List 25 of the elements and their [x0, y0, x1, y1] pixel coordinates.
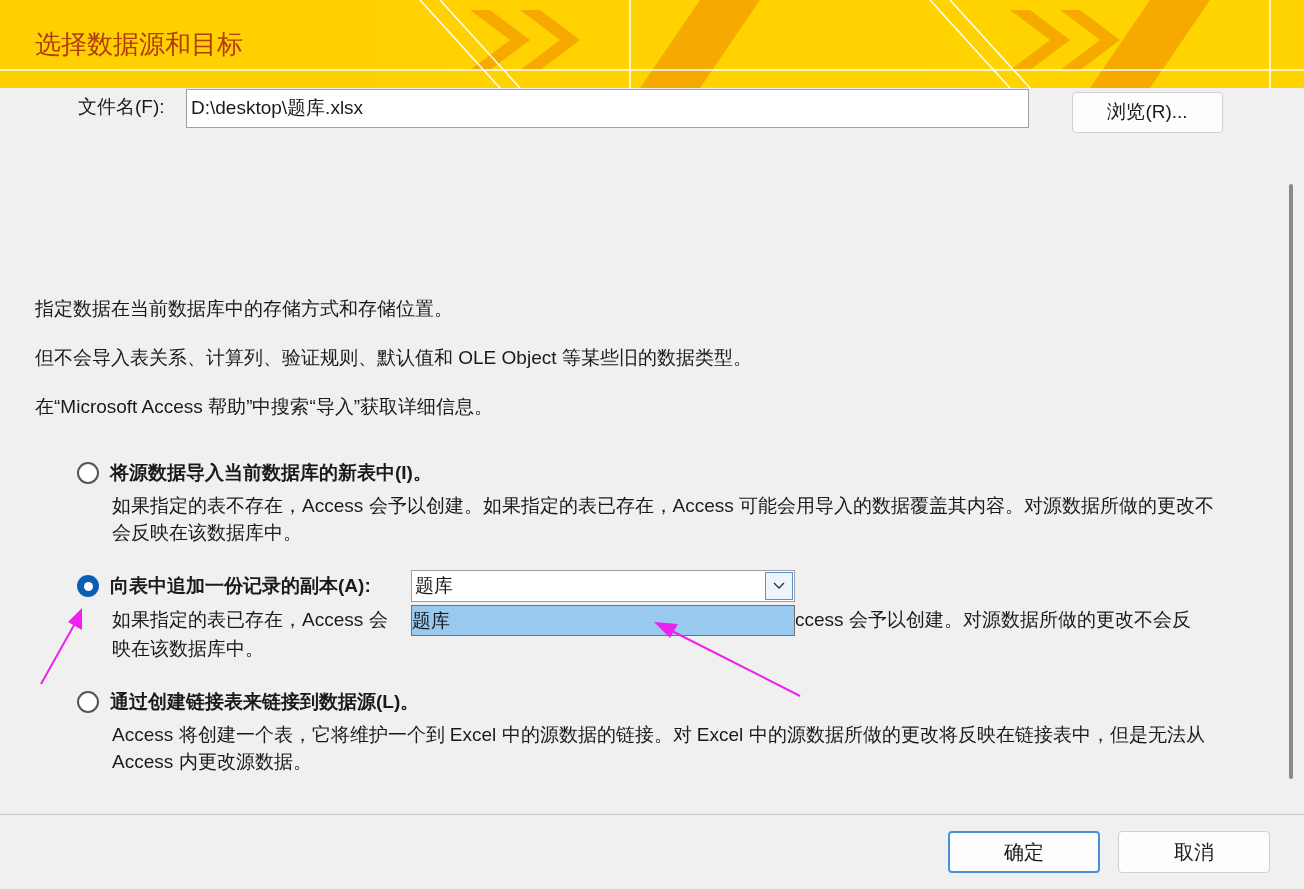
file-name-field[interactable]: D:\desktop\题库.xlsx	[186, 88, 1029, 128]
table-combobox[interactable]: 题库	[411, 570, 795, 602]
info-text: 指定数据在当前数据库中的存储方式和存储位置。	[35, 297, 454, 321]
option-description: 如果指定的表不存在，Access 会予以创建。如果指定的表已存在，Access 可能会用导入的数据覆盖其内容。对源数据所做的更改不会反映在该数据库中。	[112, 494, 1216, 545]
browse-button[interactable]: 浏览(R)...	[1072, 91, 1223, 133]
dropdown-list-item[interactable]: 题库	[412, 605, 794, 635]
info-text: 但不会导入表关系、计算列、验证规则、默认值和 OLE Object 等某些旧的数据类型。	[35, 346, 753, 370]
file-name-label: 文件名(F):	[78, 94, 166, 119]
chevron-down-icon	[773, 582, 785, 590]
radio-button[interactable]	[77, 691, 99, 713]
option-label[interactable]: 通过创建链接表来链接到数据源(L)。	[110, 687, 420, 717]
option-description: 如果指定的表已存在，Access 会	[112, 607, 389, 632]
dropdown-button[interactable]	[765, 572, 793, 600]
info-text: 在“Microsoft Access 帮助”中搜索“导入”获取详细信息。	[35, 395, 495, 419]
option-label[interactable]: 向表中追加一份记录的副本(A):	[110, 571, 401, 601]
option-label[interactable]: 将源数据导入当前数据库的新表中(I)。	[110, 458, 432, 488]
option-description: Access 将创建一个表，它将维护一个到 Excel 中的源数据的链接。对 Excel 中的源数据所做的更改将反映在链接表中，但是无法从 Access 内更改源数据。	[112, 723, 1206, 774]
window-title: 选择数据源和目标	[35, 27, 243, 61]
option-description: 映在该数据库中。	[112, 637, 265, 661]
dialog-button[interactable]: 取消	[1118, 831, 1270, 873]
radio-button[interactable]	[77, 462, 99, 484]
radio-button[interactable]	[77, 575, 99, 597]
option-description: ccess 会予以创建。对源数据所做的更改不会反	[795, 607, 1191, 632]
scrollbar-thumb[interactable]	[1289, 184, 1293, 779]
dialog-button[interactable]: 确定	[948, 831, 1100, 873]
